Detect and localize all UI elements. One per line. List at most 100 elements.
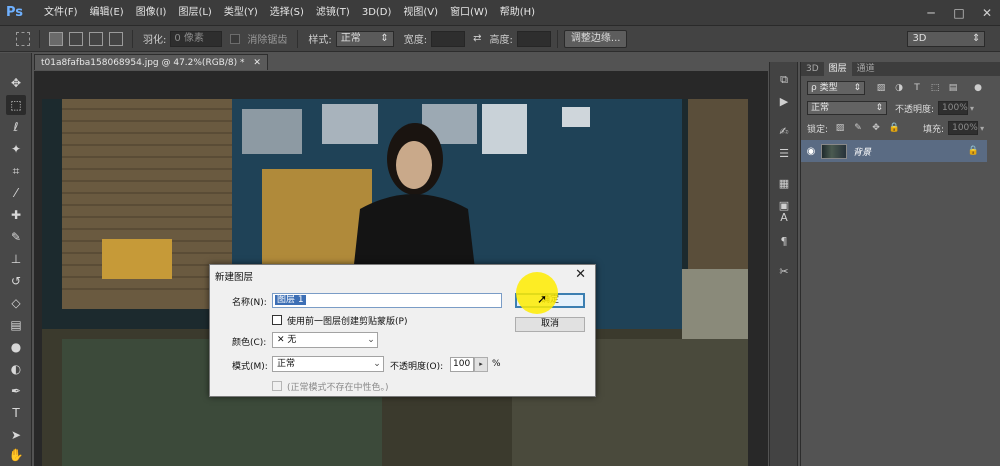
opacity-stepper-icon[interactable]: ▸ [474,357,488,372]
blur-tool-icon[interactable]: ● [6,337,26,357]
brush-presets-icon[interactable]: ☰ [776,146,792,162]
chevron-down-icon: ⇕ [875,103,883,113]
maximize-icon[interactable]: □ [950,4,968,22]
smart-object-filter-icon[interactable]: ▤ [947,82,959,94]
chevron-down-icon: ⌄ [367,335,375,345]
opacity-input[interactable]: 100% [938,101,969,115]
brush-panel-icon[interactable]: ✍ [776,124,792,140]
subtract-selection-icon[interactable] [89,31,103,46]
opacity-label: 不透明度: [895,104,935,115]
intersect-selection-icon[interactable] [109,31,123,46]
color-select[interactable]: ✕ 无 ⌄ [272,332,378,348]
antialias-checkbox[interactable] [230,33,241,44]
menu-image[interactable]: 图像(I) [130,0,173,26]
gradient-tool-icon[interactable]: ▤ [6,315,26,335]
close-window-icon[interactable]: ✕ [978,4,996,22]
dodge-tool-icon[interactable]: ◐ [6,359,26,379]
new-selection-icon[interactable] [49,31,63,46]
menu-view[interactable]: 视图(V) [397,0,444,26]
menu-filter[interactable]: 滤镜(T) [310,0,356,26]
eraser-tool-icon[interactable]: ◇ [6,293,26,313]
minimize-icon[interactable]: ─ [922,4,940,22]
shape-filter-icon[interactable]: ⬚ [929,82,941,94]
opacity-unit: % [492,359,501,369]
layer-name: 背景 [853,147,872,158]
clip-mask-checkbox[interactable] [272,315,282,325]
lock-transparent-icon[interactable]: ▨ [834,122,846,134]
crop-tool-icon[interactable]: ⌗ [6,161,26,181]
chevron-down-icon: ⇕ [380,32,389,44]
lock-label: 锁定: [807,124,829,135]
tools-preset-icon[interactable]: ✂ [776,264,792,280]
type-tool-icon[interactable]: T [6,403,26,423]
history-brush-tool-icon[interactable]: ↺ [6,271,26,291]
history-panel-icon[interactable]: ⧉ [776,72,792,88]
dialog-opacity-label: 不透明度(O): [390,362,444,372]
chevron-down-icon[interactable]: ▾ [980,124,984,133]
filter-toggle-icon[interactable]: ● [972,82,984,94]
menu-edit[interactable]: 编辑(E) [84,0,130,26]
style-select[interactable]: 正常 ⇕ [335,30,394,47]
width-input[interactable] [431,30,466,47]
healing-brush-tool-icon[interactable]: ✚ [6,205,26,225]
move-tool-icon[interactable]: ✥ [6,73,26,93]
height-input[interactable] [516,30,551,47]
character-icon[interactable]: A [776,210,792,226]
neutral-color-checkbox[interactable] [272,381,282,391]
marquee-tool-icon[interactable]: ⬚ [6,95,26,115]
panel-dock: ⧉ ▶ ✍ ☰ ▦ ▣ A ¶ ✂ [769,62,798,466]
lock-position-icon[interactable]: ✥ [870,122,882,134]
brush-tool-icon[interactable]: ✎ [6,227,26,247]
chevron-down-icon[interactable]: ▾ [970,104,974,113]
color-label: 颜色(C): [232,338,267,348]
filter-kind-select[interactable]: ρ 类型 ⇕ [807,81,865,95]
adjustments-icon[interactable]: ▦ [776,176,792,192]
neutral-color-label: (正常模式不存在中性色。) [287,383,389,393]
actions-play-icon[interactable]: ▶ [776,94,792,110]
menu-select[interactable]: 选择(S) [264,0,310,26]
menu-help[interactable]: 帮助(H) [494,0,541,26]
hand-tool-icon[interactable]: ✋ [6,445,26,465]
dialog-opacity-input[interactable]: 100 [450,357,474,372]
swap-icon[interactable]: ⇄ [473,33,481,44]
blend-mode-select[interactable]: 正常 ⇕ [807,101,887,115]
document-tab[interactable]: t01a8fafba158068954.jpg @ 47.2%(RGB/8) *… [34,54,268,70]
menu-type[interactable]: 类型(Y) [218,0,264,26]
type-filter-icon[interactable]: T [911,82,923,94]
lock-image-icon[interactable]: ✎ [852,122,864,134]
magic-wand-tool-icon[interactable]: ✦ [6,139,26,159]
workspace-select[interactable]: 3D ⇕ [907,30,986,47]
lock-all-icon[interactable]: 🔒 [888,122,900,134]
mode-select[interactable]: 正常 ⌄ [272,356,384,372]
menu-window[interactable]: 窗口(W) [444,0,494,26]
pen-tool-icon[interactable]: ✒ [6,381,26,401]
tab-channels[interactable]: 通道 [852,62,880,76]
tab-layers[interactable]: 图层 [823,62,852,76]
fill-label: 填充: [923,124,945,135]
menu-3d[interactable]: 3D(D) [356,0,398,26]
eye-icon[interactable]: ◉ [801,146,821,157]
tab-3d[interactable]: 3D [801,62,824,76]
eyedropper-tool-icon[interactable]: ⁄ [6,183,26,203]
marquee-preset-icon[interactable] [16,31,30,46]
clone-stamp-tool-icon[interactable]: ⊥ [6,249,26,269]
feather-input[interactable]: 0 像素 [170,30,223,47]
close-tab-icon[interactable]: ✕ [253,58,261,68]
fill-input[interactable]: 100% [948,121,979,135]
style-label: 样式: [308,35,332,46]
no-color-swatch-icon: ✕ [277,335,285,345]
menu-layer[interactable]: 图层(L) [172,0,217,26]
refine-edge-button[interactable]: 调整边缘... [563,29,628,48]
lasso-tool-icon[interactable]: ℓ [6,117,26,137]
add-selection-icon[interactable] [69,31,83,46]
name-field[interactable]: 图层 1 [272,293,502,308]
options-bar: 羽化: 0 像素 消除锯齿 样式: 正常 ⇕ 宽度: ⇄ 高度: 调整边缘... … [0,26,1000,52]
close-icon[interactable]: ✕ [575,267,586,282]
cancel-button[interactable]: 取消 [515,317,585,332]
path-selection-tool-icon[interactable]: ➤ [6,425,26,445]
pixel-filter-icon[interactable]: ▨ [875,82,887,94]
layer-row-background[interactable]: ◉ 背景 🔒 [801,140,987,162]
paragraph-icon[interactable]: ¶ [776,234,792,250]
adjustment-filter-icon[interactable]: ◑ [893,82,905,94]
menu-file[interactable]: 文件(F) [38,0,84,26]
